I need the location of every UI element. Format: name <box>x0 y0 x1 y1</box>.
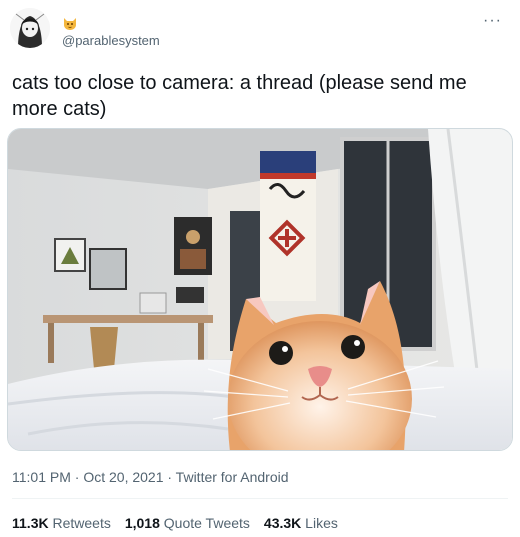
avatar[interactable] <box>10 8 50 48</box>
quote-tweets-stat[interactable]: 1,018 Quote Tweets <box>125 515 250 531</box>
retweets-label: Retweets <box>52 515 111 531</box>
retweets-count: 11.3K <box>12 515 49 531</box>
cat-photo-image <box>8 129 512 450</box>
tweet-photo[interactable] <box>7 128 513 451</box>
likes-count: 43.3K <box>263 515 302 531</box>
likes-stat[interactable]: 43.3K Likes <box>264 515 338 531</box>
retweets-stat[interactable]: 11.3K Retweets <box>12 515 111 531</box>
tweet-timestamp[interactable]: 11:01 PM · Oct 20, 2021 · Twitter for An… <box>12 469 289 485</box>
quote-tweets-label: Quote Tweets <box>163 515 250 531</box>
divider <box>12 498 508 499</box>
likes-label: Likes <box>305 515 338 531</box>
tweet-header: @parablesystem ··· <box>10 8 510 58</box>
user-handle[interactable]: @parablesystem <box>62 33 160 48</box>
tweet-stats: 11.3K Retweets 1,018 Quote Tweets 43.3K … <box>12 515 338 531</box>
display-name[interactable] <box>62 14 78 32</box>
tweet-text: cats too close to camera: a thread (plea… <box>12 72 467 120</box>
quote-tweets-count: 1,018 <box>124 515 160 531</box>
more-horizontal-icon[interactable]: ··· <box>483 12 502 30</box>
cat-face-emoji-icon <box>62 15 78 31</box>
